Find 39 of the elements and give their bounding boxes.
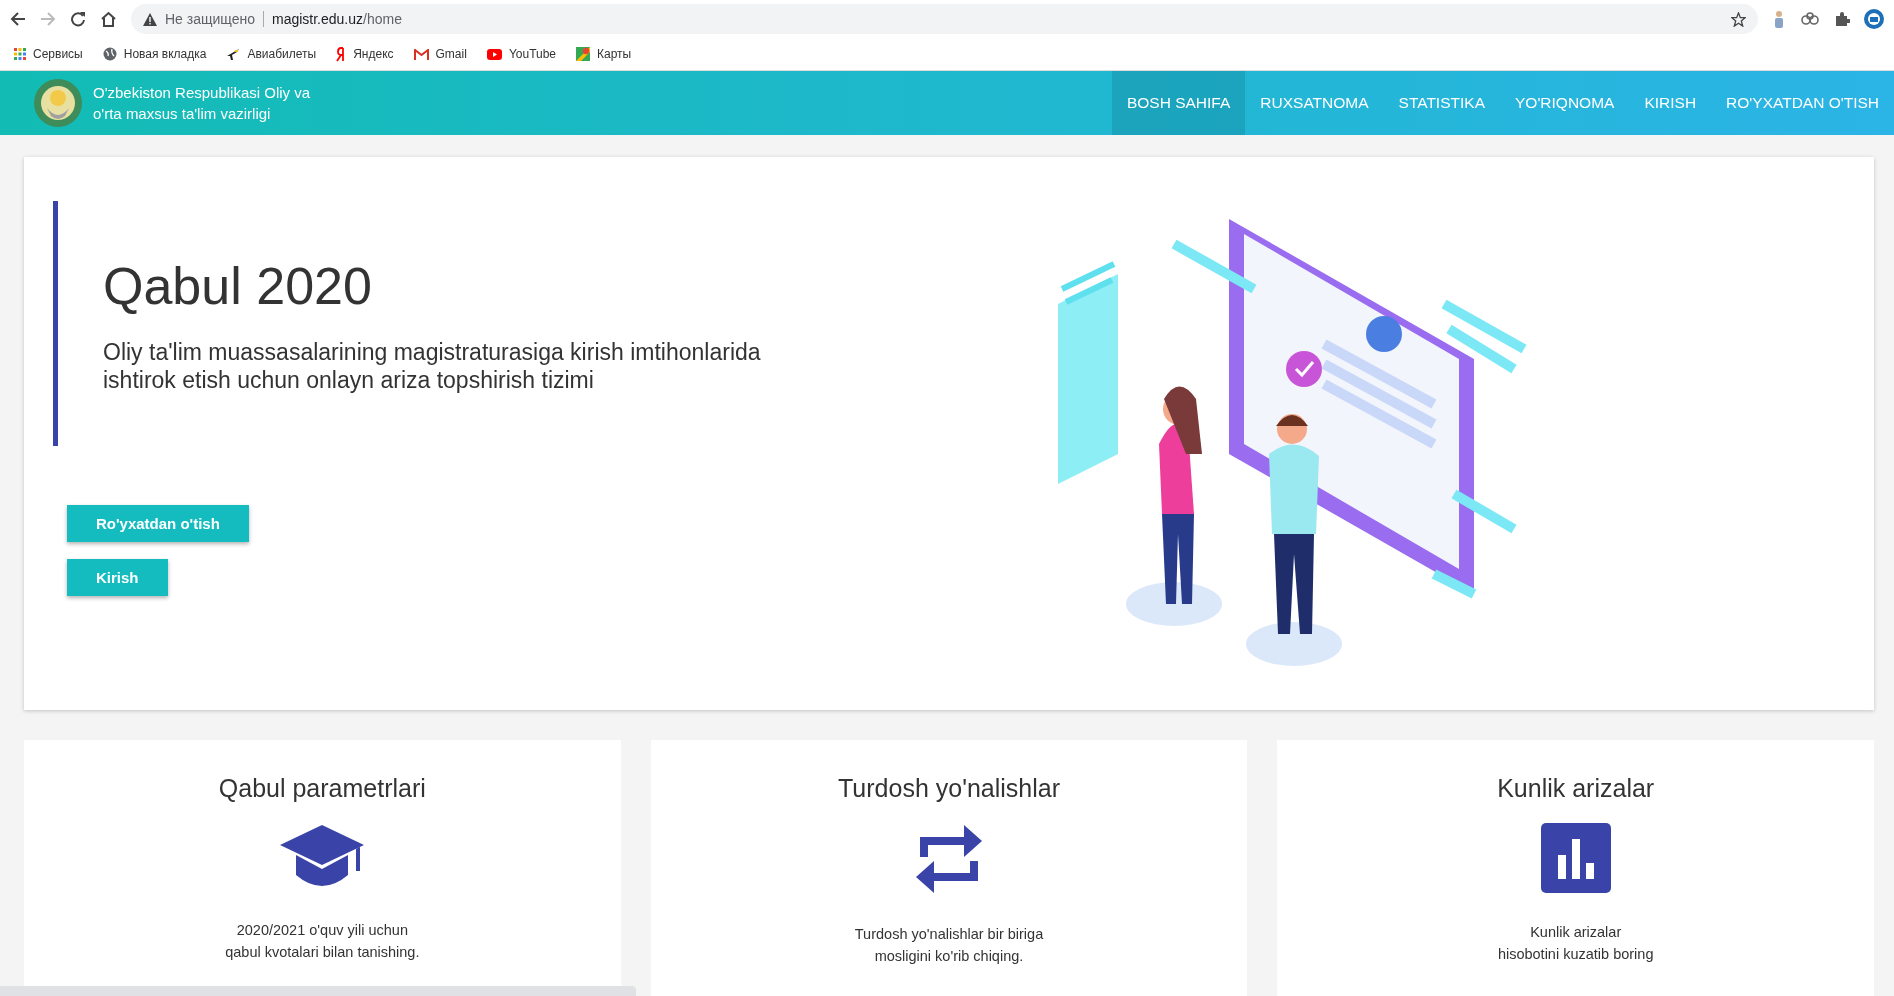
bookmark-link[interactable]: Сервисы bbox=[14, 47, 83, 61]
bookmark-link[interactable]: Gmail bbox=[413, 47, 467, 61]
card-description: Turdosh yo'nalishlar bir biriga mosligini ko'rib chiqing. bbox=[854, 925, 1044, 966]
airplane-icon bbox=[226, 47, 241, 61]
globe-icon bbox=[102, 47, 117, 61]
security-label: Не защищено bbox=[165, 11, 264, 27]
card-title: Qabul parametrlari bbox=[218, 774, 426, 803]
bookmark-link[interactable]: YouTube bbox=[486, 47, 557, 61]
star-icon[interactable] bbox=[1731, 11, 1746, 27]
apps-grid-icon bbox=[14, 48, 26, 60]
card-title: Turdosh yo'nalishlar bbox=[838, 774, 1060, 803]
mail-icon bbox=[413, 48, 429, 60]
address-bar[interactable]: Не защищено magistr.edu.uz/home bbox=[131, 4, 1758, 34]
emblem-icon bbox=[33, 78, 83, 128]
puzzle-icon[interactable] bbox=[1834, 11, 1850, 27]
url-host: magistr.edu.uz bbox=[272, 11, 364, 27]
warning-icon bbox=[143, 12, 157, 26]
card-description: 2020/2021 o'quv yili uchun qabul kvotalari bilan tanishing. bbox=[225, 921, 420, 962]
back-arrow-icon[interactable] bbox=[10, 11, 26, 27]
card-title: Kunlik arizalar bbox=[1497, 774, 1655, 803]
bookmark-link[interactable]: Карты bbox=[576, 47, 632, 61]
letter-logo-icon bbox=[336, 46, 347, 62]
play-icon bbox=[486, 48, 502, 60]
map-pin-icon bbox=[576, 47, 591, 61]
extension-figure-icon[interactable] bbox=[1772, 10, 1786, 28]
swap-arrows-icon bbox=[914, 823, 984, 895]
hero-subtitle: Oliy ta'lim muassasalarining magistraturasiga kirish imtihonlarida ishtirok etish uchun onlayn ariza topshirish tizimi bbox=[103, 338, 762, 394]
card-description: Kunlik arizalar hisobotini kuzatib boring bbox=[1497, 923, 1654, 964]
bookmark-link[interactable]: Авиабилеты bbox=[226, 47, 317, 61]
home-icon[interactable] bbox=[100, 11, 117, 27]
profile-avatar-icon[interactable] bbox=[1864, 9, 1884, 29]
extension-rings-icon[interactable] bbox=[1800, 12, 1820, 26]
hero-title: Qabul 2020 bbox=[103, 256, 373, 316]
ministry-name: O'zbekiston Respublikasi Oliy va o'rta maxsus ta'lim vazirligi bbox=[93, 83, 311, 124]
reload-icon[interactable] bbox=[70, 11, 86, 27]
bookmark-link[interactable]: Новая вкладка bbox=[102, 47, 207, 61]
bookmark-link[interactable]: Яндекс bbox=[336, 46, 394, 62]
url-path: /home bbox=[363, 11, 402, 27]
bar-chart-icon bbox=[1540, 823, 1611, 893]
